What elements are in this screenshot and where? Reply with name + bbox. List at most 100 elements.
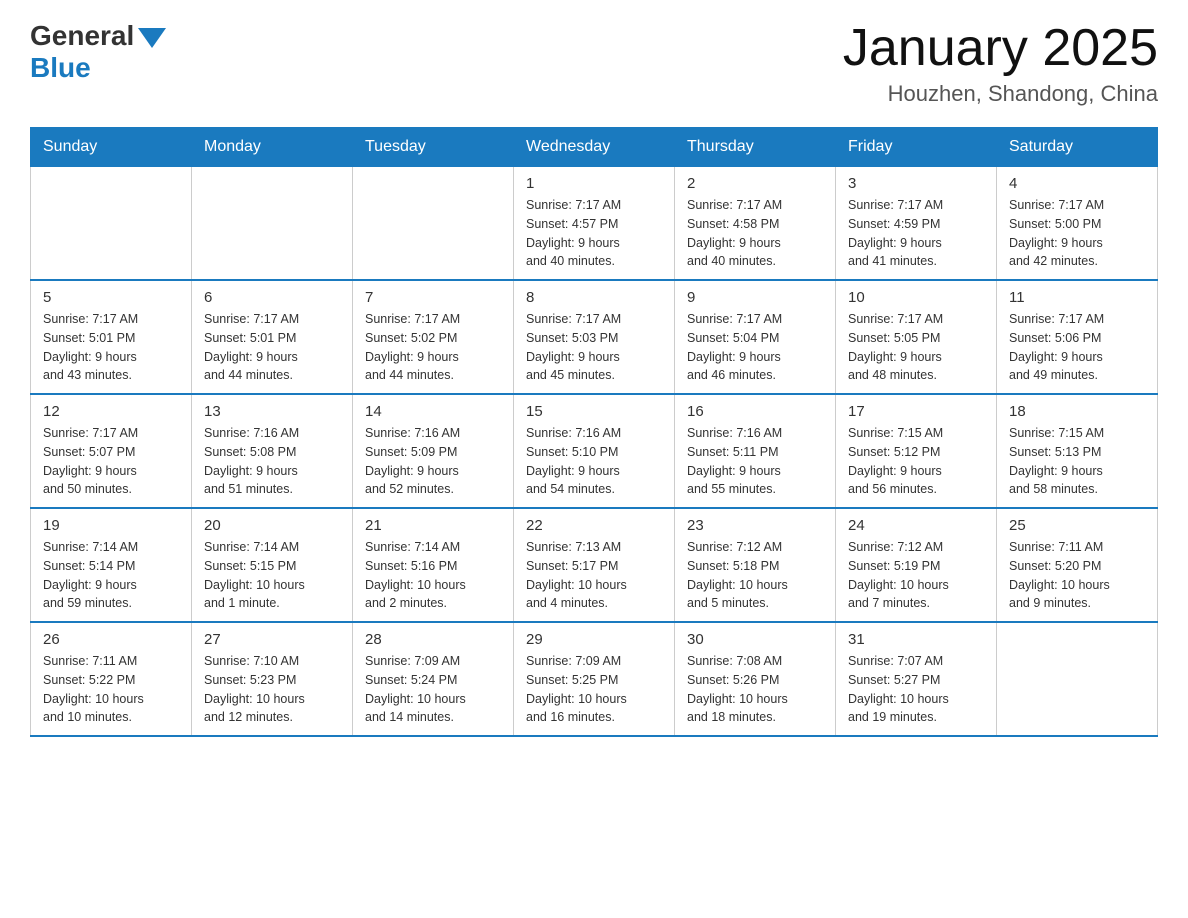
weekday-header-friday: Friday (836, 128, 997, 167)
day-info: Sunrise: 7:11 AM Sunset: 5:20 PM Dayligh… (1009, 538, 1145, 613)
day-info: Sunrise: 7:09 AM Sunset: 5:24 PM Dayligh… (365, 652, 501, 727)
calendar-day-16: 16Sunrise: 7:16 AM Sunset: 5:11 PM Dayli… (675, 394, 836, 508)
day-info: Sunrise: 7:16 AM Sunset: 5:09 PM Dayligh… (365, 424, 501, 499)
title-area: January 2025 Houzhen, Shandong, China (843, 20, 1158, 107)
day-info: Sunrise: 7:17 AM Sunset: 5:06 PM Dayligh… (1009, 310, 1145, 385)
day-info: Sunrise: 7:08 AM Sunset: 5:26 PM Dayligh… (687, 652, 823, 727)
calendar-subtitle: Houzhen, Shandong, China (843, 81, 1158, 107)
calendar-day-8: 8 Sunrise: 7:17 AM Sunset: 5:03 PM Daylig… (514, 280, 675, 394)
day-number: 20 (204, 517, 340, 534)
calendar-day-1: 1 Sunrise: 7:17 AM Sunset: 4:57 PM Daylig… (514, 167, 675, 281)
day-number: 6 (204, 289, 340, 306)
day-info: Sunrise: 7:13 AM Sunset: 5:17 PM Dayligh… (526, 538, 662, 613)
day-number: 7 (365, 289, 501, 306)
day-number: 2 (687, 175, 823, 192)
day-number: 17 (848, 403, 984, 420)
day-info: Sunrise: 7:17 AM Sunset: 5:07 PM Dayligh… (43, 424, 179, 499)
day-number: 21 (365, 517, 501, 534)
calendar-header-row: SundayMondayTuesdayWednesdayThursdayFrid… (31, 128, 1158, 167)
day-number: 13 (204, 403, 340, 420)
calendar-day-25: 25 Sunrise: 7:11 AM Sunset: 5:20 PM Dayli… (997, 508, 1158, 622)
calendar-day-12: 12 Sunrise: 7:17 AM Sunset: 5:07 PM Dayli… (31, 394, 192, 508)
day-number: 25 (1009, 517, 1145, 534)
calendar-day-27: 27Sunrise: 7:10 AM Sunset: 5:23 PM Dayli… (192, 622, 353, 736)
calendar-empty-cell (353, 167, 514, 281)
day-info: Sunrise: 7:17 AM Sunset: 4:57 PM Dayligh… (526, 196, 662, 271)
page-header: General Blue January 2025 Houzhen, Shand… (30, 20, 1158, 107)
day-info: Sunrise: 7:15 AM Sunset: 5:13 PM Dayligh… (1009, 424, 1145, 499)
day-number: 24 (848, 517, 984, 534)
day-number: 12 (43, 403, 179, 420)
day-info: Sunrise: 7:10 AM Sunset: 5:23 PM Dayligh… (204, 652, 340, 727)
calendar-day-21: 21Sunrise: 7:14 AM Sunset: 5:16 PM Dayli… (353, 508, 514, 622)
day-number: 1 (526, 175, 662, 192)
day-number: 8 (526, 289, 662, 306)
calendar-day-15: 15Sunrise: 7:16 AM Sunset: 5:10 PM Dayli… (514, 394, 675, 508)
calendar-day-30: 30 Sunrise: 7:08 AM Sunset: 5:26 PM Dayli… (675, 622, 836, 736)
calendar-day-5: 5 Sunrise: 7:17 AM Sunset: 5:01 PM Daylig… (31, 280, 192, 394)
day-info: Sunrise: 7:17 AM Sunset: 5:02 PM Dayligh… (365, 310, 501, 385)
calendar-week-row: 5 Sunrise: 7:17 AM Sunset: 5:01 PM Daylig… (31, 280, 1158, 394)
calendar-week-row: 19 Sunrise: 7:14 AM Sunset: 5:14 PM Dayli… (31, 508, 1158, 622)
day-number: 28 (365, 631, 501, 648)
day-info: Sunrise: 7:12 AM Sunset: 5:18 PM Dayligh… (687, 538, 823, 613)
calendar-day-26: 26Sunrise: 7:11 AM Sunset: 5:22 PM Dayli… (31, 622, 192, 736)
day-number: 5 (43, 289, 179, 306)
day-info: Sunrise: 7:17 AM Sunset: 4:58 PM Dayligh… (687, 196, 823, 271)
calendar-week-row: 26Sunrise: 7:11 AM Sunset: 5:22 PM Dayli… (31, 622, 1158, 736)
day-info: Sunrise: 7:17 AM Sunset: 5:01 PM Dayligh… (43, 310, 179, 385)
calendar-empty-cell (997, 622, 1158, 736)
calendar-day-14: 14 Sunrise: 7:16 AM Sunset: 5:09 PM Dayli… (353, 394, 514, 508)
day-number: 30 (687, 631, 823, 648)
day-info: Sunrise: 7:07 AM Sunset: 5:27 PM Dayligh… (848, 652, 984, 727)
day-number: 4 (1009, 175, 1145, 192)
day-info: Sunrise: 7:17 AM Sunset: 5:03 PM Dayligh… (526, 310, 662, 385)
day-number: 11 (1009, 289, 1145, 306)
calendar-title: January 2025 (843, 20, 1158, 77)
calendar-day-11: 11 Sunrise: 7:17 AM Sunset: 5:06 PM Dayli… (997, 280, 1158, 394)
day-number: 9 (687, 289, 823, 306)
calendar-day-19: 19 Sunrise: 7:14 AM Sunset: 5:14 PM Dayli… (31, 508, 192, 622)
logo-triangle-icon (138, 28, 166, 48)
day-info: Sunrise: 7:17 AM Sunset: 5:01 PM Dayligh… (204, 310, 340, 385)
day-number: 19 (43, 517, 179, 534)
calendar-day-29: 29Sunrise: 7:09 AM Sunset: 5:25 PM Dayli… (514, 622, 675, 736)
day-info: Sunrise: 7:12 AM Sunset: 5:19 PM Dayligh… (848, 538, 984, 613)
weekday-header-monday: Monday (192, 128, 353, 167)
calendar-week-row: 1 Sunrise: 7:17 AM Sunset: 4:57 PM Daylig… (31, 167, 1158, 281)
day-number: 3 (848, 175, 984, 192)
day-info: Sunrise: 7:09 AM Sunset: 5:25 PM Dayligh… (526, 652, 662, 727)
weekday-header-saturday: Saturday (997, 128, 1158, 167)
weekday-header-tuesday: Tuesday (353, 128, 514, 167)
calendar-day-2: 2 Sunrise: 7:17 AM Sunset: 4:58 PM Daylig… (675, 167, 836, 281)
calendar-empty-cell (192, 167, 353, 281)
day-number: 18 (1009, 403, 1145, 420)
calendar-day-17: 17 Sunrise: 7:15 AM Sunset: 5:12 PM Dayli… (836, 394, 997, 508)
calendar-day-24: 24 Sunrise: 7:12 AM Sunset: 5:19 PM Dayli… (836, 508, 997, 622)
logo-general-text: General (30, 20, 134, 52)
calendar-day-4: 4 Sunrise: 7:17 AM Sunset: 5:00 PM Daylig… (997, 167, 1158, 281)
day-number: 22 (526, 517, 662, 534)
calendar-day-10: 10Sunrise: 7:17 AM Sunset: 5:05 PM Dayli… (836, 280, 997, 394)
weekday-header-thursday: Thursday (675, 128, 836, 167)
calendar-day-18: 18 Sunrise: 7:15 AM Sunset: 5:13 PM Dayli… (997, 394, 1158, 508)
day-info: Sunrise: 7:16 AM Sunset: 5:08 PM Dayligh… (204, 424, 340, 499)
calendar-day-6: 6 Sunrise: 7:17 AM Sunset: 5:01 PM Daylig… (192, 280, 353, 394)
day-info: Sunrise: 7:14 AM Sunset: 5:15 PM Dayligh… (204, 538, 340, 613)
day-number: 10 (848, 289, 984, 306)
day-info: Sunrise: 7:17 AM Sunset: 5:00 PM Dayligh… (1009, 196, 1145, 271)
calendar-day-22: 22 Sunrise: 7:13 AM Sunset: 5:17 PM Dayli… (514, 508, 675, 622)
day-info: Sunrise: 7:15 AM Sunset: 5:12 PM Dayligh… (848, 424, 984, 499)
logo-blue-text: Blue (30, 52, 166, 84)
calendar-table: SundayMondayTuesdayWednesdayThursdayFrid… (30, 127, 1158, 737)
day-info: Sunrise: 7:17 AM Sunset: 5:04 PM Dayligh… (687, 310, 823, 385)
day-info: Sunrise: 7:14 AM Sunset: 5:14 PM Dayligh… (43, 538, 179, 613)
logo: General Blue (30, 20, 166, 84)
calendar-day-28: 28 Sunrise: 7:09 AM Sunset: 5:24 PM Dayli… (353, 622, 514, 736)
day-number: 14 (365, 403, 501, 420)
day-number: 15 (526, 403, 662, 420)
weekday-header-sunday: Sunday (31, 128, 192, 167)
day-number: 16 (687, 403, 823, 420)
day-info: Sunrise: 7:17 AM Sunset: 4:59 PM Dayligh… (848, 196, 984, 271)
calendar-week-row: 12 Sunrise: 7:17 AM Sunset: 5:07 PM Dayli… (31, 394, 1158, 508)
